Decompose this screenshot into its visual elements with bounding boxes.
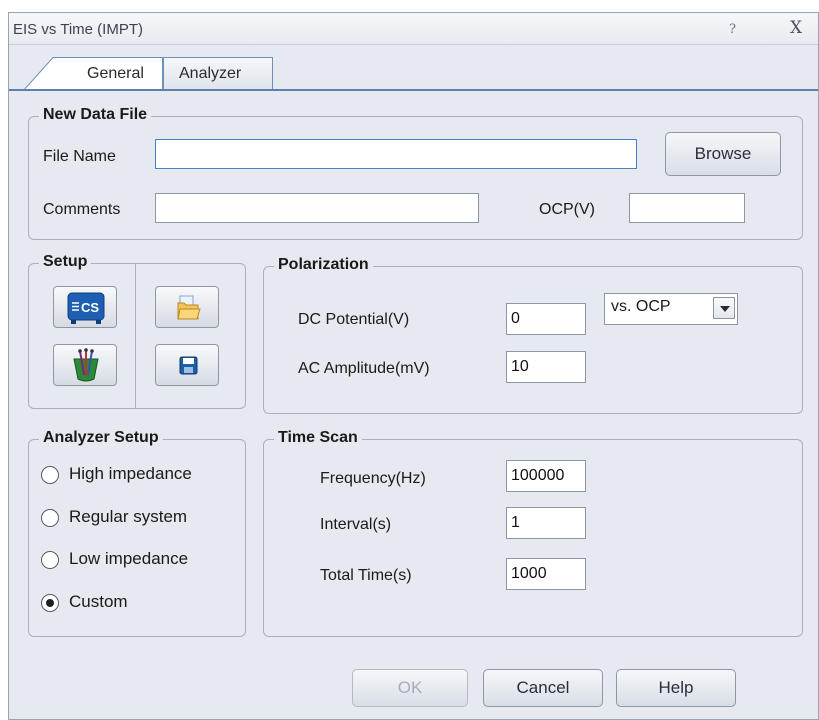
file-name-label: File Name [43,148,116,165]
new-data-file-title: New Data File [39,106,152,124]
electrode-cell-button[interactable] [53,344,117,386]
tab-general-label: General [87,65,144,82]
dialog-window: EIS vs Time (IMPT) ? X General Analyzer … [8,12,819,720]
open-folder-icon [177,295,201,320]
time-scan-title: Time Scan [274,429,362,447]
time-scan-group: Time Scan Frequency(Hz) Interval(s) Tota… [263,429,803,637]
comments-label: Comments [43,201,121,218]
reference-select[interactable]: vs. OCP [604,293,738,325]
tab-underline [9,89,818,91]
interval-input[interactable] [506,507,586,539]
radio-label: Low impedance [69,549,189,568]
total-time-input[interactable] [506,558,586,590]
ac-amplitude-label: AC Amplitude(mV) [298,360,430,377]
chevron-down-icon[interactable] [713,297,735,319]
electrode-cell-icon [73,348,99,382]
title-bar[interactable]: EIS vs Time (IMPT) ? X [9,13,818,45]
analyzer-setup-group: Analyzer Setup High impedance Regular sy… [28,429,246,637]
setup-title: Setup [39,253,92,271]
radio-button[interactable] [41,466,59,484]
browse-button[interactable]: Browse [665,132,781,176]
setup-group: Setup CS [28,253,246,409]
ocp-input[interactable] [629,193,745,223]
save-button[interactable] [155,344,219,386]
radio-label: High impedance [69,464,192,483]
cancel-button[interactable]: Cancel [483,669,603,707]
comments-input[interactable] [155,193,479,223]
radio-label: Custom [69,592,128,611]
tab-analyzer-label: Analyzer [179,65,242,82]
total-time-label: Total Time(s) [320,567,412,584]
polarization-group: Polarization DC Potential(V) vs. OCP AC … [263,256,803,414]
dc-potential-label: DC Potential(V) [298,311,410,328]
save-disk-icon [179,356,198,375]
frequency-input[interactable] [506,460,586,492]
cs-instrument-icon: CS [67,292,105,324]
interval-label: Interval(s) [320,516,392,533]
window-title: EIS vs Time (IMPT) [13,21,144,38]
new-data-file-group: New Data File File Name Browse Comments … [28,106,803,240]
radio-button[interactable] [41,509,59,527]
dc-potential-input[interactable] [506,303,586,335]
svg-text:CS: CS [81,300,99,315]
reference-select-value: vs. OCP [611,298,671,315]
radio-label: Regular system [69,507,188,526]
close-icon[interactable]: X [790,18,802,38]
ok-button[interactable]: OK [352,669,468,707]
frequency-label: Frequency(Hz) [320,470,426,487]
analyzer-setup-title: Analyzer Setup [39,429,163,447]
open-file-button[interactable] [155,286,219,328]
setup-divider [135,264,136,409]
radio-button-checked[interactable] [41,594,59,612]
polarization-title: Polarization [274,256,373,274]
tab-bar: General Analyzer [9,45,818,91]
help-button[interactable]: Help [616,669,736,707]
help-icon[interactable]: ? [729,22,736,37]
radio-button[interactable] [41,551,59,569]
ac-amplitude-input[interactable] [506,351,586,383]
ocp-label: OCP(V) [539,201,595,218]
cs-instrument-button[interactable]: CS [53,286,117,328]
file-name-input[interactable] [155,139,637,169]
